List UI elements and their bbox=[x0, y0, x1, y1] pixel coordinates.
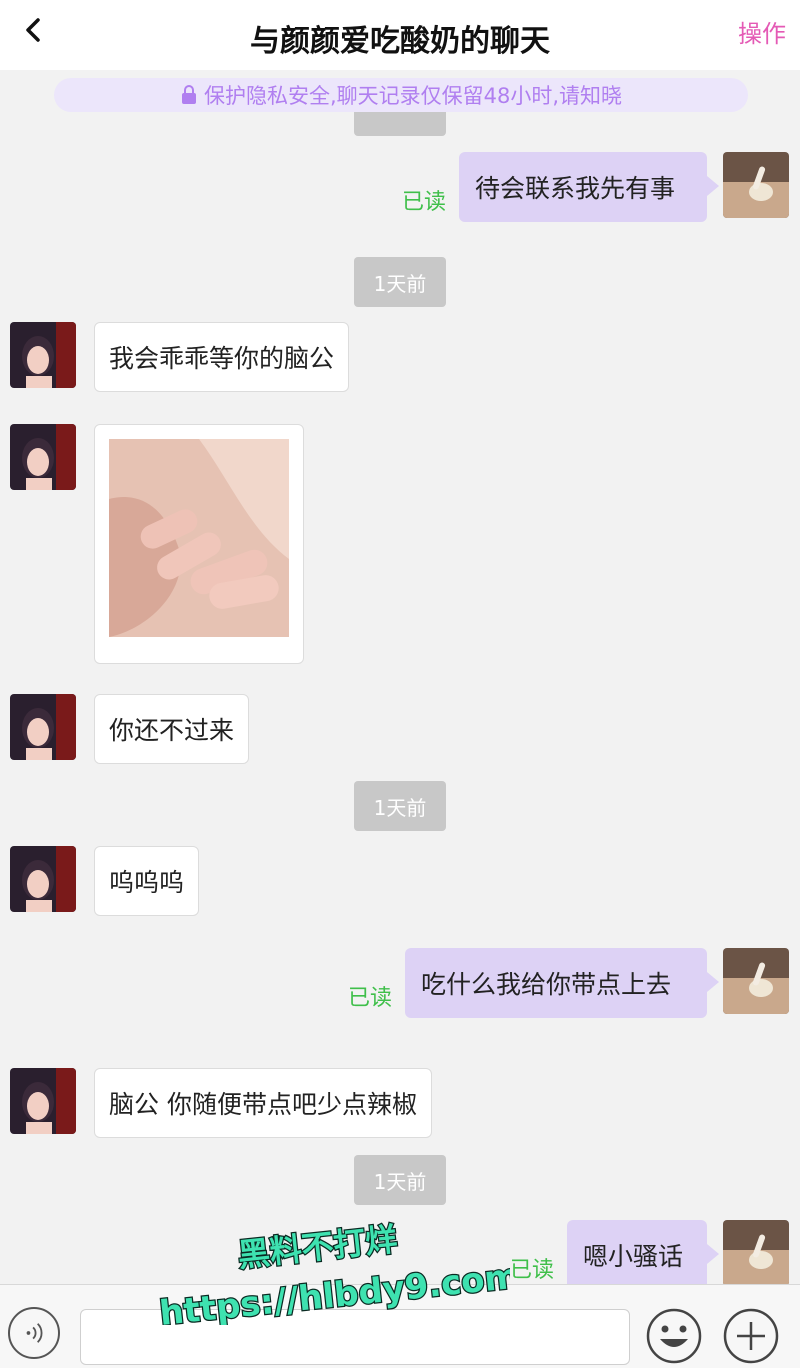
time-divider: 1天前 bbox=[354, 1155, 446, 1205]
message-bubble-incoming[interactable]: 你还不过来 bbox=[94, 694, 250, 764]
contact-avatar[interactable] bbox=[10, 1068, 76, 1134]
message-bubble-outgoing[interactable]: 吃什么我给你带点上去 bbox=[405, 948, 707, 1018]
message-bubble-outgoing[interactable]: 嗯小骚话 bbox=[567, 1220, 707, 1284]
message-bubble-incoming[interactable]: 呜呜呜 bbox=[94, 846, 200, 916]
time-divider: 1天前 bbox=[354, 257, 446, 307]
voice-icon[interactable] bbox=[8, 1307, 60, 1359]
time-divider: 1天前 bbox=[354, 781, 446, 831]
read-status: 已读 bbox=[402, 190, 447, 215]
image-message[interactable] bbox=[94, 424, 304, 664]
privacy-banner: 保护隐私安全,聊天记录仅保留48小时,请知晓 bbox=[54, 78, 748, 112]
contact-avatar[interactable] bbox=[10, 424, 76, 490]
bubble-tail bbox=[707, 1244, 719, 1264]
action-menu-button[interactable]: 操作 bbox=[738, 14, 786, 49]
privacy-text: 保护隐私安全,聊天记录仅保留48小时,请知晓 bbox=[203, 84, 623, 108]
my-avatar[interactable] bbox=[723, 1220, 789, 1284]
my-avatar[interactable] bbox=[723, 948, 789, 1014]
plus-icon[interactable] bbox=[722, 1307, 780, 1365]
chat-title: 与颜颜爱吃酸奶的聊天 bbox=[250, 24, 550, 59]
emoji-icon[interactable] bbox=[645, 1307, 703, 1365]
message-input[interactable] bbox=[80, 1309, 630, 1365]
contact-avatar[interactable] bbox=[10, 322, 76, 388]
chat-header: 与颜颜爱吃酸奶的聊天 操作 bbox=[0, 0, 800, 70]
contact-avatar[interactable] bbox=[10, 694, 76, 760]
read-status: 已读 bbox=[510, 1258, 555, 1283]
bubble-tail bbox=[707, 972, 719, 992]
message-bubble-incoming[interactable]: 脑公 你随便带点吧少点辣椒 bbox=[94, 1068, 432, 1138]
my-avatar[interactable] bbox=[723, 152, 789, 218]
message-list[interactable]: 已读 待会联系我先有事 1天前 我会乖乖等你的脑公 你还不过来 1天前 呜呜呜 … bbox=[0, 112, 800, 1284]
input-bar bbox=[0, 1284, 800, 1368]
bubble-tail bbox=[707, 176, 719, 196]
time-divider bbox=[354, 112, 446, 136]
message-bubble-outgoing[interactable]: 待会联系我先有事 bbox=[459, 152, 707, 222]
shared-photo[interactable] bbox=[109, 439, 289, 637]
read-status: 已读 bbox=[348, 986, 393, 1011]
contact-avatar[interactable] bbox=[10, 846, 76, 912]
message-bubble-incoming[interactable]: 我会乖乖等你的脑公 bbox=[94, 322, 350, 392]
lock-icon bbox=[181, 85, 196, 104]
